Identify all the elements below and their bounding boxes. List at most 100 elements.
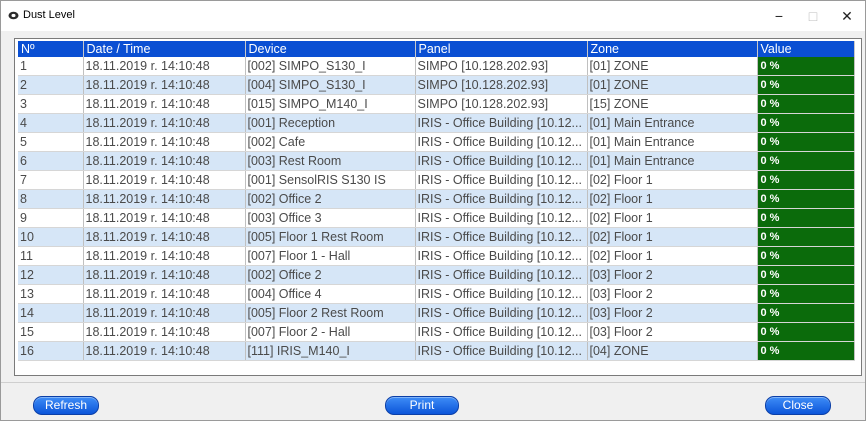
row-device: [001] SensolRIS S130 IS (245, 170, 416, 190)
minimize-icon: − (774, 8, 784, 24)
row-zone: [04] ZONE (587, 341, 758, 361)
row-zone: [02] Floor 1 (587, 227, 758, 247)
dust-level-grid[interactable]: Nº Date / Time Device Panel Zone Value 1… (14, 38, 862, 376)
table-row[interactable]: 12 18.11.2019 r. 14:10:48 [002] Office 2… (18, 265, 855, 285)
table-body: 1 18.11.2019 r. 14:10:48 [002] SIMPO_S13… (18, 57, 855, 361)
row-value: 0 % (757, 246, 855, 266)
row-value: 0 % (757, 151, 855, 171)
row-datetime: 18.11.2019 r. 14:10:48 (83, 113, 246, 133)
window-title: Dust Level (23, 9, 75, 21)
table-row[interactable]: 6 18.11.2019 r. 14:10:48 [003] Rest Room… (18, 151, 855, 171)
row-device: [015] SIMPO_M140_I (245, 94, 416, 114)
row-datetime: 18.11.2019 r. 14:10:48 (83, 57, 246, 76)
row-datetime: 18.11.2019 r. 14:10:48 (83, 284, 246, 304)
row-device: [005] Floor 2 Rest Room (245, 303, 416, 323)
row-panel: SIMPO [10.128.202.93] (415, 57, 588, 76)
row-zone: [01] ZONE (587, 75, 758, 95)
row-panel: IRIS - Office Building [10.12... (415, 170, 588, 190)
row-panel: IRIS - Office Building [10.12... (415, 303, 588, 323)
row-device: [003] Rest Room (245, 151, 416, 171)
minimize-button[interactable]: − (762, 1, 796, 31)
table-row[interactable]: 7 18.11.2019 r. 14:10:48 [001] SensolRIS… (18, 170, 855, 190)
column-header-datetime[interactable]: Date / Time (83, 41, 246, 57)
row-device: [004] Office 4 (245, 284, 416, 304)
row-number: 6 (18, 151, 84, 171)
row-device: [002] Office 2 (245, 189, 416, 209)
table-row[interactable]: 8 18.11.2019 r. 14:10:48 [002] Office 2 … (18, 189, 855, 209)
row-value: 0 % (757, 132, 855, 152)
table-row[interactable]: 3 18.11.2019 r. 14:10:48 [015] SIMPO_M14… (18, 94, 855, 114)
row-number: 14 (18, 303, 84, 323)
row-number: 2 (18, 75, 84, 95)
row-panel: SIMPO [10.128.202.93] (415, 75, 588, 95)
row-value: 0 % (757, 284, 855, 304)
row-number: 8 (18, 189, 84, 209)
row-device: [005] Floor 1 Rest Room (245, 227, 416, 247)
table-row[interactable]: 1 18.11.2019 r. 14:10:48 [002] SIMPO_S13… (18, 57, 855, 76)
row-device: [007] Floor 1 - Hall (245, 246, 416, 266)
row-zone: [03] Floor 2 (587, 322, 758, 342)
column-header-value[interactable]: Value (757, 41, 855, 57)
maximize-icon: □ (808, 8, 818, 24)
row-number: 3 (18, 94, 84, 114)
table-row[interactable]: 9 18.11.2019 r. 14:10:48 [003] Office 3 … (18, 208, 855, 228)
close-window-button[interactable]: ✕ (830, 1, 864, 31)
table-row[interactable]: 2 18.11.2019 r. 14:10:48 [004] SIMPO_S13… (18, 75, 855, 95)
row-device: [002] SIMPO_S130_I (245, 57, 416, 76)
refresh-button[interactable]: Refresh (33, 396, 99, 415)
table-row[interactable]: 4 18.11.2019 r. 14:10:48 [001] Reception… (18, 113, 855, 133)
table-row[interactable]: 10 18.11.2019 r. 14:10:48 [005] Floor 1 … (18, 227, 855, 247)
row-value: 0 % (757, 303, 855, 323)
table-row[interactable]: 11 18.11.2019 r. 14:10:48 [007] Floor 1 … (18, 246, 855, 266)
title-bar[interactable]: Dust Level − □ ✕ (1, 1, 865, 31)
row-number: 5 (18, 132, 84, 152)
maximize-button[interactable]: □ (796, 1, 830, 31)
dust-level-window: Dust Level − □ ✕ Nº Date / Time Device P… (0, 0, 866, 421)
row-device: [004] SIMPO_S130_I (245, 75, 416, 95)
row-number: 10 (18, 227, 84, 247)
row-panel: IRIS - Office Building [10.12... (415, 227, 588, 247)
row-panel: IRIS - Office Building [10.12... (415, 284, 588, 304)
row-datetime: 18.11.2019 r. 14:10:48 (83, 75, 246, 95)
row-number: 13 (18, 284, 84, 304)
column-header-zone[interactable]: Zone (587, 41, 758, 57)
row-number: 1 (18, 57, 84, 76)
column-header-no[interactable]: Nº (18, 41, 84, 57)
row-value: 0 % (757, 189, 855, 209)
row-number: 16 (18, 341, 84, 361)
row-zone: [02] Floor 1 (587, 189, 758, 209)
row-device: [002] Office 2 (245, 265, 416, 285)
close-button[interactable]: Close (765, 396, 831, 415)
table-row[interactable]: 14 18.11.2019 r. 14:10:48 [005] Floor 2 … (18, 303, 855, 323)
row-datetime: 18.11.2019 r. 14:10:48 (83, 303, 246, 323)
table-row[interactable]: 15 18.11.2019 r. 14:10:48 [007] Floor 2 … (18, 322, 855, 342)
row-panel: IRIS - Office Building [10.12... (415, 246, 588, 266)
row-device: [001] Reception (245, 113, 416, 133)
row-datetime: 18.11.2019 r. 14:10:48 (83, 322, 246, 342)
row-number: 9 (18, 208, 84, 228)
row-zone: [03] Floor 2 (587, 284, 758, 304)
table-row[interactable]: 5 18.11.2019 r. 14:10:48 [002] Cafe IRIS… (18, 132, 855, 152)
column-header-device[interactable]: Device (245, 41, 416, 57)
row-zone: [03] Floor 2 (587, 303, 758, 323)
row-datetime: 18.11.2019 r. 14:10:48 (83, 170, 246, 190)
row-number: 7 (18, 170, 84, 190)
row-zone: [01] Main Entrance (587, 132, 758, 152)
row-datetime: 18.11.2019 r. 14:10:48 (83, 265, 246, 285)
row-value: 0 % (757, 57, 855, 76)
table-row[interactable]: 16 18.11.2019 r. 14:10:48 [111] IRIS_M14… (18, 341, 855, 361)
close-icon: ✕ (841, 7, 853, 24)
row-datetime: 18.11.2019 r. 14:10:48 (83, 94, 246, 114)
row-panel: IRIS - Office Building [10.12... (415, 322, 588, 342)
print-button[interactable]: Print (385, 396, 459, 415)
row-value: 0 % (757, 94, 855, 114)
row-value: 0 % (757, 208, 855, 228)
row-number: 15 (18, 322, 84, 342)
row-number: 12 (18, 265, 84, 285)
row-datetime: 18.11.2019 r. 14:10:48 (83, 208, 246, 228)
row-device: [007] Floor 2 - Hall (245, 322, 416, 342)
row-zone: [01] Main Entrance (587, 151, 758, 171)
column-header-panel[interactable]: Panel (415, 41, 588, 57)
row-value: 0 % (757, 170, 855, 190)
table-row[interactable]: 13 18.11.2019 r. 14:10:48 [004] Office 4… (18, 284, 855, 304)
